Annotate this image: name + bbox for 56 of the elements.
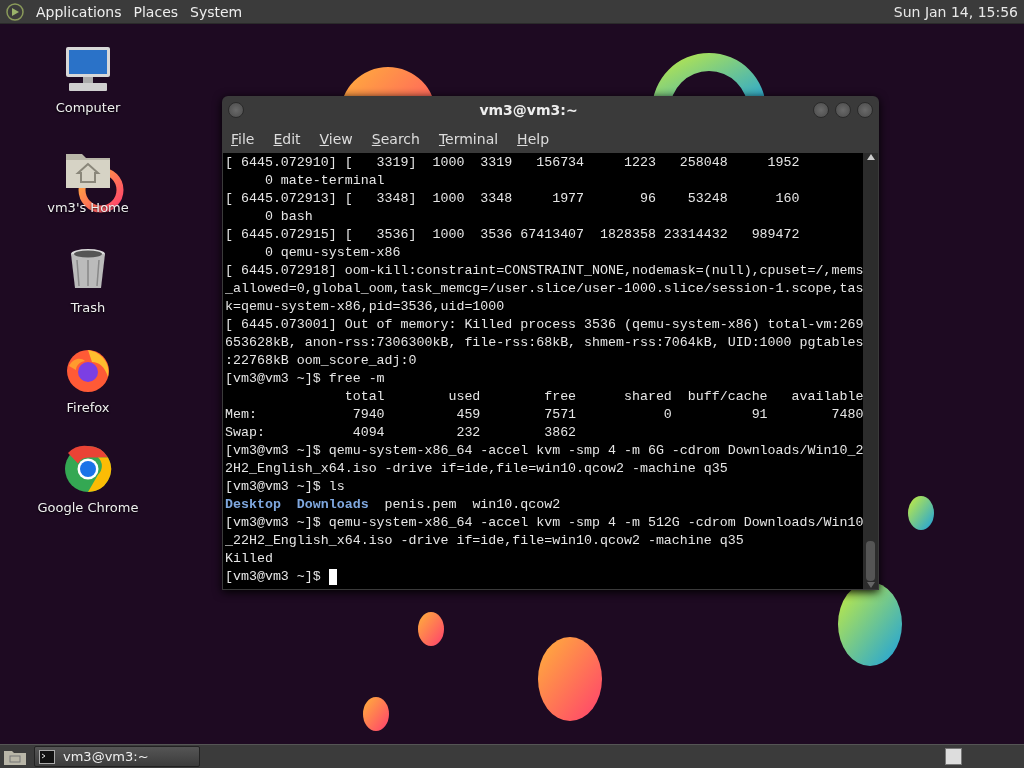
terminal-line: _22H2_English_x64.iso -drive if=ide,file=win10.qcow2 -machine q35 <box>225 532 744 550</box>
menu-item[interactable]: View <box>319 130 353 147</box>
menu-item[interactable]: Help <box>517 130 550 147</box>
panel-menu[interactable]: System <box>190 3 243 20</box>
desktop-icon-label[interactable]: Firefox <box>66 400 110 415</box>
terminal-prompt: [vm3@vm3 ~]$ <box>225 568 322 586</box>
terminal-line: [vm3@vm3 ~]$ ls <box>225 478 345 496</box>
scrollbar-track[interactable] <box>863 153 878 589</box>
scrollbar-thumb[interactable] <box>866 541 875 581</box>
chrome-icon <box>63 444 113 494</box>
terminal-line: [ 6445.072910] [ 3319] 1000 3319 156734 1223 258048 1952 <box>225 154 800 172</box>
window-title: vm3@vm3:~ <box>478 102 579 118</box>
desktop-icon-label[interactable]: Trash <box>70 300 106 315</box>
terminal-line: [vm3@vm3 ~]$ qemu-system-x86_64 -accel kvm -smp 4 -m 6G -cdrom Downloads/Win10_2 <box>225 442 863 460</box>
terminal-line: 0 mate-terminal <box>263 172 385 190</box>
terminal-icon <box>39 749 55 764</box>
terminal-line: [ 6445.072915] [ 3536] 1000 3536 67413407 1828358 23314432 989472 <box>225 226 800 244</box>
panel-menu[interactable]: Applications <box>36 3 122 20</box>
terminal-line: [ 6445.072918] oom-kill:constraint=CONSTRAINT_NONE,nodemask=(null),cpuset=/,mems <box>225 262 863 280</box>
terminal-line: 653628kB, anon-rss:7306300kB, file-rss:68kB, shmem-rss:7064kB, UID:1000 pgtables <box>225 334 863 352</box>
window-menu-button[interactable] <box>228 102 244 118</box>
menu-item[interactable]: Terminal <box>438 130 499 147</box>
terminal-line: :22768kB oom_score_adj:0 <box>225 352 417 370</box>
maximize-button[interactable] <box>835 102 851 118</box>
clock[interactable]: Sun Jan 14, 15:56 <box>893 3 1018 20</box>
scroll-down-arrow-icon[interactable] <box>865 581 876 589</box>
distro-logo-icon <box>6 2 24 21</box>
file-name: penis.pem <box>384 496 457 514</box>
terminal-line: k=qemu-system-x86,pid=3536,uid=1000 <box>225 298 505 316</box>
terminal-line: total used free shared buff/cache available <box>343 388 863 406</box>
computer-icon <box>63 44 113 94</box>
desktop-icon-label[interactable]: Google Chrome <box>37 500 139 515</box>
menu-item[interactable]: File <box>231 130 255 147</box>
terminal-line: Killed <box>225 550 273 568</box>
taskbar-button[interactable]: vm3@vm3:~ <box>34 746 200 767</box>
workspace-switcher[interactable] <box>945 748 962 765</box>
minimize-button[interactable] <box>813 102 829 118</box>
terminal-line: Mem: 7940 459 7571 0 91 7480 <box>225 406 863 424</box>
menu-item[interactable]: Search <box>371 130 420 147</box>
terminal-line: [ 6445.072913] [ 3348] 1000 3348 1977 96 53248 160 <box>225 190 800 208</box>
terminal-line: Swap: 4094 232 3862 <box>225 424 577 442</box>
terminal-line: 0 qemu-system-x86 <box>263 244 401 262</box>
terminal-line: _allowed=0,global_oom,task_memcg=/user.slice/user-1000.slice/session-1.scope,tas <box>225 280 863 298</box>
close-button[interactable] <box>857 102 873 118</box>
directory-name: Desktop <box>225 496 281 514</box>
menu-item[interactable]: Edit <box>273 130 301 147</box>
terminal-line: [ 6445.073001] Out of memory: Killed process 3536 (qemu-system-x86) total-vm:269 <box>225 316 863 334</box>
terminal-line: 0 bash <box>263 208 313 226</box>
terminal-line: 2H2_English_x64.iso -drive if=ide,file=win10.qcow2 -machine q35 <box>225 460 728 478</box>
directory-name: Downloads <box>296 496 369 514</box>
desktop-icon-label[interactable]: Computer <box>55 100 121 115</box>
scroll-up-arrow-icon[interactable] <box>865 153 876 161</box>
terminal-line: [vm3@vm3 ~]$ free -m <box>225 370 385 388</box>
terminal-line: [vm3@vm3 ~]$ qemu-system-x86_64 -accel kvm -smp 4 -m 512G -cdrom Downloads/Win10 <box>225 514 863 532</box>
panel-menu[interactable]: Places <box>133 3 179 20</box>
file-name: win10.qcow2 <box>472 496 561 514</box>
